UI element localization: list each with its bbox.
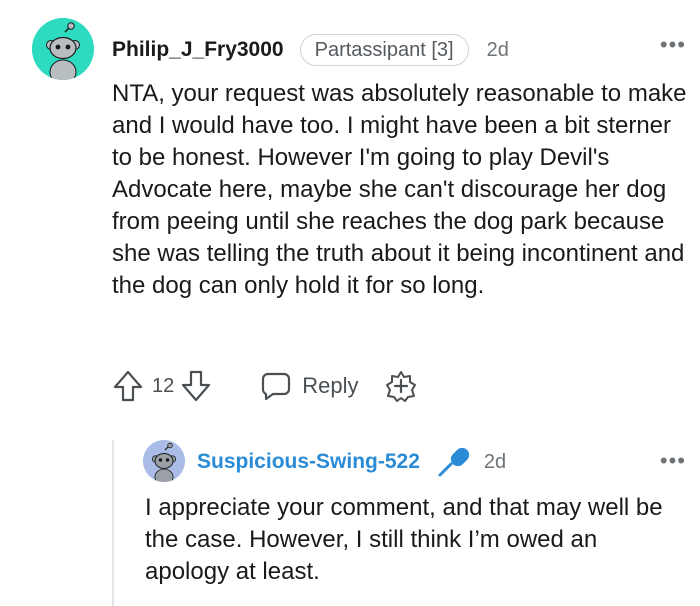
snoo-avatar-icon [32, 18, 94, 80]
reply-more-options-icon[interactable]: ••• [660, 450, 686, 472]
vote-score: 12 [152, 374, 175, 397]
comment-body: NTA, your request was absolutely reasona… [112, 80, 687, 299]
thread-line[interactable] [112, 440, 114, 606]
downvote-icon[interactable] [180, 369, 212, 403]
reply-icon [260, 371, 292, 401]
reply-header: Suspicious-Swing-522 2d [197, 446, 506, 478]
reply-username[interactable]: Suspicious-Swing-522 [197, 450, 420, 474]
reply-label: Reply [302, 373, 359, 398]
award-icon[interactable] [385, 370, 417, 402]
user-flair: Partassipant [3] [299, 34, 469, 66]
reply-user-avatar[interactable] [143, 440, 185, 482]
comment-actions: 12 Reply [112, 368, 417, 404]
snoo-avatar-icon [143, 440, 185, 482]
microphone-icon [436, 445, 470, 479]
comment-username[interactable]: Philip_J_Fry3000 [112, 38, 284, 62]
user-avatar[interactable] [32, 18, 94, 80]
upvote-icon[interactable] [112, 369, 144, 403]
comment-header: Philip_J_Fry3000 Partassipant [3] 2d [112, 33, 509, 67]
more-options-icon[interactable]: ••• [660, 34, 686, 56]
reply-timestamp: 2d [483, 450, 507, 473]
reply-button[interactable]: Reply [260, 371, 359, 401]
comment-timestamp: 2d [486, 38, 509, 61]
reply-body: I appreciate your comment, and that may … [145, 494, 663, 585]
